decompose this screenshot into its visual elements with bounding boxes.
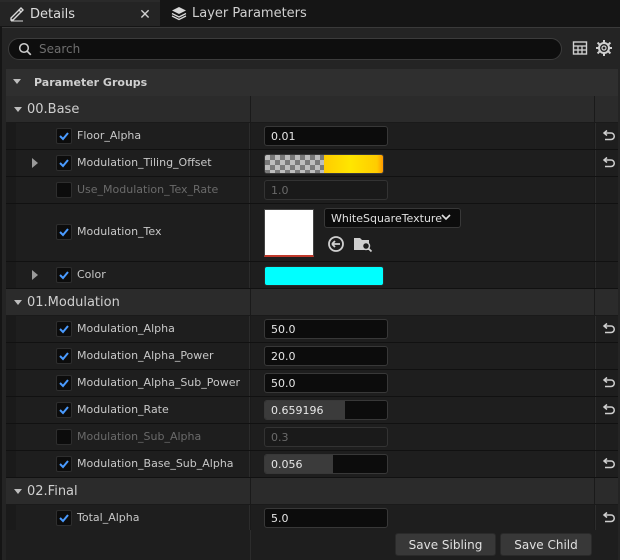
param-row: Modulation_Rate 0.659196 — [6, 397, 618, 424]
param-enable-checkbox[interactable] — [56, 456, 72, 472]
param-enable-checkbox[interactable] — [56, 155, 72, 171]
texture-thumbnail[interactable] — [264, 209, 314, 257]
reset-to-default-icon[interactable] — [600, 402, 616, 418]
param-name: Modulation_Tiling_Offset — [77, 156, 212, 169]
search-box[interactable] — [8, 38, 562, 60]
reset-to-default-icon[interactable] — [600, 155, 616, 171]
use-selected-asset-icon[interactable] — [327, 235, 345, 253]
layers-icon — [168, 2, 190, 24]
group-label: 02.Final — [27, 483, 78, 499]
color-swatch[interactable] — [264, 266, 384, 286]
expand-arrow-icon[interactable] — [30, 158, 40, 168]
chevron-down-icon — [12, 76, 24, 89]
param-enable-checkbox[interactable] — [56, 348, 72, 364]
param-value-field[interactable]: 50.0 — [264, 319, 388, 339]
save-child-button[interactable]: Save Child — [500, 533, 592, 556]
param-name: Modulation_Rate — [77, 403, 169, 416]
param-enable-checkbox[interactable] — [56, 182, 72, 198]
search-input[interactable] — [39, 42, 539, 56]
reset-to-default-icon[interactable] — [600, 456, 616, 472]
group-label: 01.Modulation — [27, 294, 120, 310]
param-name: Total_Alpha — [77, 511, 140, 524]
parameter-list: 00.Base Floor_Alpha 0.01 Modulation_Tili… — [6, 96, 618, 532]
tab-layer-parameters[interactable]: Layer Parameters — [162, 0, 322, 26]
param-name: Modulation_Base_Sub_Alpha — [77, 457, 234, 470]
details-panel: Parameter Groups 00.Base Floor_Alpha 0.0… — [2, 27, 620, 560]
param-enable-checkbox[interactable] — [56, 402, 72, 418]
param-row: Use_Modulation_Tex_Rate 1.0 — [6, 177, 618, 204]
texture-dropdown[interactable]: WhiteSquareTexture — [324, 208, 461, 228]
param-row: Modulation_Tex WhiteSquareTexture — [6, 204, 618, 262]
param-name: Modulation_Alpha_Sub_Power — [77, 376, 241, 389]
param-value-field[interactable]: 0.01 — [264, 126, 388, 146]
group-header-modulation[interactable]: 01.Modulation — [6, 289, 618, 316]
param-enable-checkbox[interactable] — [56, 429, 72, 445]
tab-bar: Details ✕ Layer Parameters — [0, 0, 620, 26]
param-value-field[interactable]: 0.3 — [264, 427, 388, 447]
param-enable-checkbox[interactable] — [56, 267, 72, 283]
group-label: 00.Base — [27, 101, 80, 117]
param-slider-field[interactable]: 0.659196 — [264, 400, 388, 420]
tab-layer-parameters-label: Layer Parameters — [192, 5, 307, 21]
param-name: Floor_Alpha — [77, 129, 142, 142]
param-row: Modulation_Sub_Alpha 0.3 — [6, 424, 618, 451]
expand-arrow-icon[interactable] — [30, 270, 40, 280]
gear-icon[interactable] — [595, 39, 615, 59]
param-row: Modulation_Alpha_Power 20.0 — [6, 343, 618, 370]
action-bar: Save Sibling Save Child — [6, 530, 618, 560]
chevron-down-icon — [12, 297, 24, 307]
chevron-down-icon — [12, 486, 24, 496]
chevron-down-icon — [440, 211, 452, 226]
reset-to-default-icon[interactable] — [600, 510, 616, 526]
param-name: Use_Modulation_Tex_Rate — [77, 183, 219, 196]
tab-details-label: Details — [30, 6, 76, 22]
close-icon[interactable]: ✕ — [136, 5, 154, 25]
section-title: Parameter Groups — [34, 76, 148, 89]
tab-details[interactable]: Details ✕ — [0, 0, 160, 26]
param-value-field[interactable]: 20.0 — [264, 346, 388, 366]
search-icon — [15, 39, 35, 59]
param-enable-checkbox[interactable] — [56, 224, 72, 240]
param-name: Modulation_Alpha_Power — [77, 349, 214, 362]
group-header-final[interactable]: 02.Final — [6, 478, 618, 505]
browse-folder-icon[interactable] — [353, 235, 373, 253]
param-name: Modulation_Alpha — [77, 322, 175, 335]
vector-color-swatch[interactable] — [264, 154, 384, 174]
param-enable-checkbox[interactable] — [56, 321, 72, 337]
param-enable-checkbox[interactable] — [56, 510, 72, 526]
param-row: Floor_Alpha 0.01 — [6, 123, 618, 150]
reset-to-default-icon[interactable] — [600, 321, 616, 337]
param-row: Modulation_Alpha 50.0 — [6, 316, 618, 343]
param-value-field[interactable]: 50.0 — [264, 373, 388, 393]
param-name: Color — [77, 268, 106, 281]
group-header-base[interactable]: 00.Base — [6, 96, 618, 123]
param-row: Modulation_Tiling_Offset — [6, 150, 618, 177]
pencil-icon — [6, 3, 28, 25]
parameter-groups-header[interactable]: Parameter Groups — [6, 69, 618, 96]
param-slider-field[interactable]: 0.056 — [264, 454, 388, 474]
param-row: Modulation_Alpha_Sub_Power 50.0 — [6, 370, 618, 397]
param-row: Total_Alpha 5.0 — [6, 505, 618, 532]
param-enable-checkbox[interactable] — [56, 375, 72, 391]
save-sibling-button[interactable]: Save Sibling — [395, 533, 496, 556]
reset-to-default-icon[interactable] — [600, 375, 616, 391]
param-name: Modulation_Sub_Alpha — [77, 430, 202, 443]
reset-to-default-icon[interactable] — [600, 128, 616, 144]
param-row: Modulation_Base_Sub_Alpha 0.056 — [6, 451, 618, 478]
param-value-field[interactable]: 5.0 — [264, 508, 388, 528]
param-value-field[interactable]: 1.0 — [264, 180, 388, 200]
param-name: Modulation_Tex — [77, 225, 162, 238]
chevron-down-icon — [12, 104, 24, 114]
table-view-icon[interactable] — [572, 40, 590, 58]
param-enable-checkbox[interactable] — [56, 128, 72, 144]
param-row: Color — [6, 262, 618, 289]
